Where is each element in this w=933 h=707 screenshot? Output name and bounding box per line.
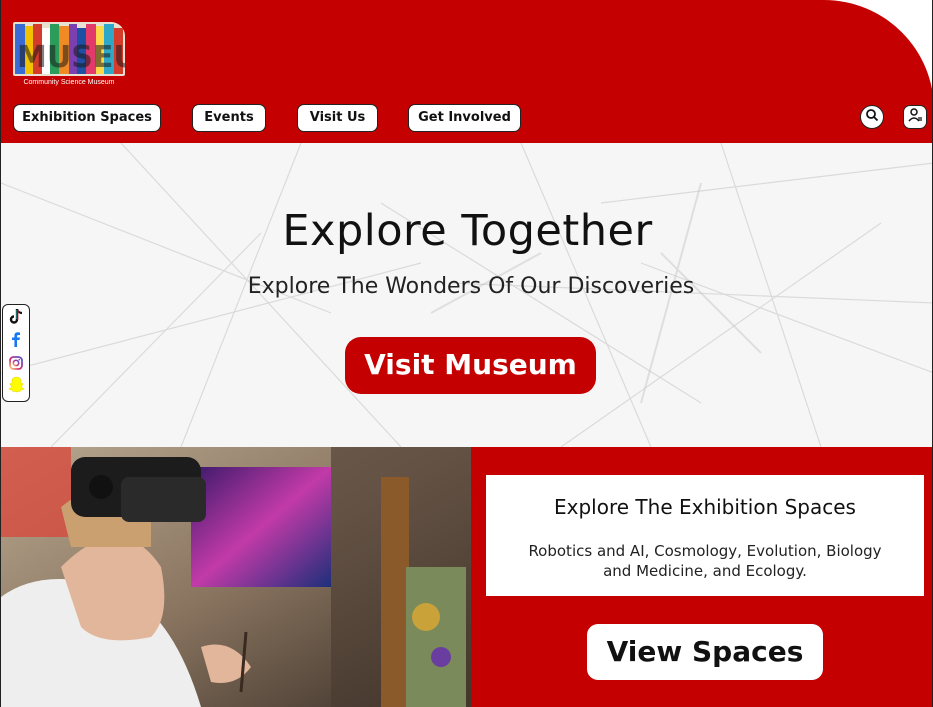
instagram-icon — [9, 355, 23, 375]
exhibition-card: Explore The Exhibition Spaces Robotics a… — [486, 475, 924, 596]
museum-logo[interactable]: MUSEUM Community Science Museum — [13, 22, 125, 88]
hero-subtitle: Explore The Wonders Of Our Discoveries — [247, 274, 695, 299]
nav-exhibition-spaces-button[interactable]: Exhibition Spaces — [13, 104, 161, 132]
hero-title: Explore Together — [282, 206, 653, 256]
snapchat-link[interactable] — [7, 376, 25, 398]
exhibition-card-title: Explore The Exhibition Spaces — [554, 495, 856, 519]
exhibition-card-description: Robotics and AI, Cosmology, Evolution, B… — [528, 542, 882, 580]
logo-caption: Community Science Museum — [23, 79, 115, 86]
social-media-bar — [2, 304, 30, 402]
svg-text:MUSEUM: MUSEUM — [17, 40, 125, 75]
facebook-link[interactable] — [7, 332, 25, 352]
hero-section: Explore Together Explore The Wonders Of … — [1, 143, 932, 447]
site-header: MUSEUM Community Science Museum Exhibiti… — [1, 0, 932, 143]
vr-visitor-photo — [1, 447, 471, 707]
nav-events-button[interactable]: Events — [192, 104, 266, 132]
snapchat-icon — [7, 376, 25, 398]
tiktok-icon — [8, 308, 24, 330]
page: MUSEUM Community Science Museum Exhibiti… — [0, 0, 933, 707]
view-spaces-button[interactable]: View Spaces — [587, 624, 823, 680]
instagram-link[interactable] — [7, 355, 25, 375]
tiktok-link[interactable] — [7, 308, 25, 330]
search-icon — [865, 108, 879, 127]
logo-image: MUSEUM — [13, 22, 125, 76]
account-button[interactable] — [903, 105, 927, 129]
search-button[interactable] — [860, 105, 884, 129]
facebook-icon — [10, 332, 22, 352]
user-account-icon — [907, 107, 923, 128]
exhibition-panel: Explore The Exhibition Spaces Robotics a… — [471, 447, 932, 707]
nav-visit-us-button[interactable]: Visit Us — [297, 104, 378, 132]
visit-museum-button[interactable]: Visit Museum — [345, 337, 596, 394]
nav-get-involved-button[interactable]: Get Involved — [408, 104, 521, 132]
